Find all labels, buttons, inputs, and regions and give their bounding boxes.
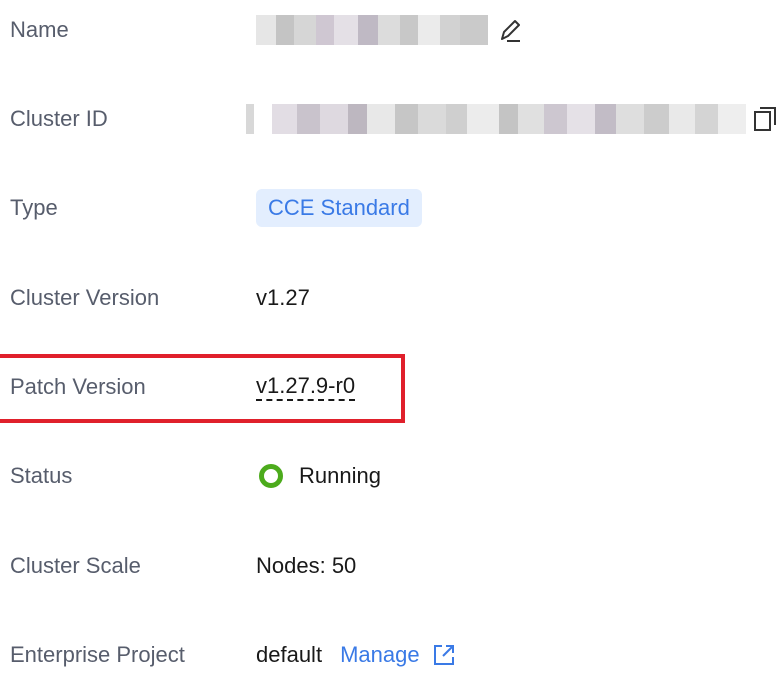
copy-icon[interactable] xyxy=(752,105,778,133)
type-value: CCE Standard xyxy=(256,188,422,228)
enterprise-project-text: default xyxy=(256,642,323,667)
cluster-id-value xyxy=(246,99,778,139)
row-cluster-version: Cluster Version v1.27 xyxy=(0,278,780,318)
cluster-version-label: Cluster Version xyxy=(10,285,160,310)
cluster-version-value: v1.27 xyxy=(256,285,310,310)
manage-link[interactable]: Manage xyxy=(340,642,420,668)
external-link-icon[interactable] xyxy=(432,643,456,667)
patch-version-label: Patch Version xyxy=(10,374,146,399)
row-cluster-id: Cluster ID xyxy=(0,99,780,139)
cluster-id-masked-value xyxy=(246,104,746,134)
row-name: Name xyxy=(0,10,780,50)
name-label: Name xyxy=(10,17,69,42)
row-status: Status Running xyxy=(0,456,780,496)
enterprise-project-label: Enterprise Project xyxy=(10,642,185,667)
pencil-icon[interactable] xyxy=(498,17,522,43)
status-text: Running xyxy=(299,463,381,488)
name-value xyxy=(256,10,522,50)
status-value: Running xyxy=(256,456,381,496)
enterprise-project-value: default Manage xyxy=(256,635,456,675)
row-patch-version: Patch Version v1.27.9-r0 xyxy=(0,367,780,407)
row-cluster-scale: Cluster Scale Nodes: 50 xyxy=(0,546,780,586)
status-label: Status xyxy=(10,463,73,488)
row-type: Type CCE Standard xyxy=(0,188,780,228)
cluster-id-label: Cluster ID xyxy=(10,106,108,131)
cluster-scale-label: Cluster Scale xyxy=(10,553,141,578)
patch-version-value[interactable]: v1.27.9-r0 xyxy=(256,367,356,407)
type-label: Type xyxy=(10,195,58,220)
type-badge: CCE Standard xyxy=(256,189,422,227)
row-enterprise-project: Enterprise Project default Manage xyxy=(0,635,780,675)
status-running-icon xyxy=(259,464,283,488)
patch-version-text[interactable]: v1.27.9-r0 xyxy=(256,373,356,401)
cluster-scale-value: Nodes: 50 xyxy=(256,553,357,578)
name-masked-value xyxy=(256,15,488,45)
